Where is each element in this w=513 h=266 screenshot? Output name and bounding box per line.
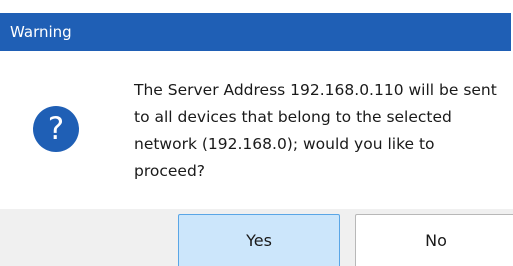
no-button[interactable]: No xyxy=(355,214,513,266)
dialog-body: ? The Server Address 192.168.0.110 will … xyxy=(0,51,513,209)
dialog-button-bar: Yes No xyxy=(0,209,513,266)
dialog-title: Warning xyxy=(10,23,72,41)
yes-button[interactable]: Yes xyxy=(178,214,340,266)
dialog-message: The Server Address 192.168.0.110 will be… xyxy=(134,81,497,180)
warning-dialog: Warning ? The Server Address 192.168.0.1… xyxy=(0,0,513,266)
question-icon: ? xyxy=(33,106,79,152)
dialog-titlebar: Warning xyxy=(0,13,511,51)
